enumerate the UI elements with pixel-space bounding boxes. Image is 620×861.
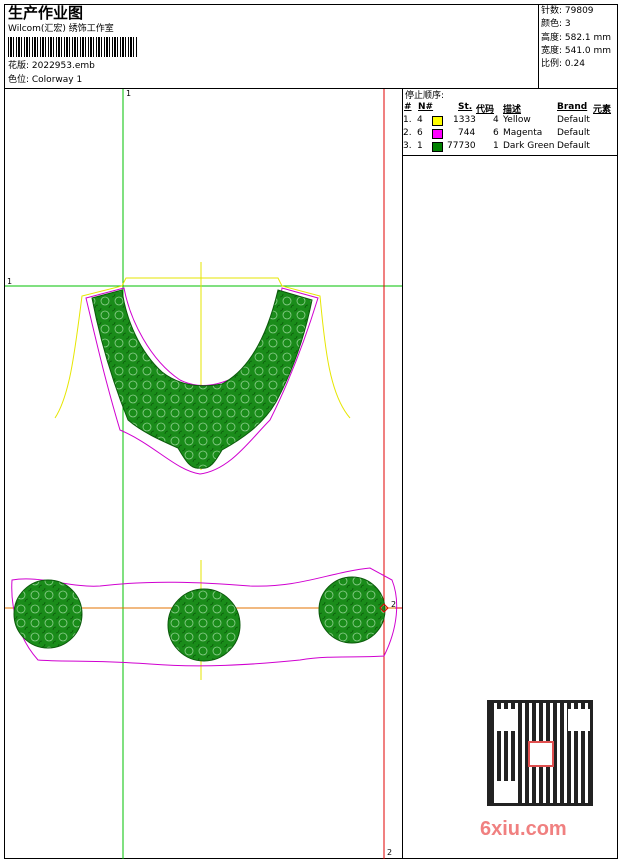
rosette-center: [167, 588, 241, 662]
marker-top: 1: [126, 89, 132, 98]
marker-right: 2: [391, 600, 397, 609]
necklace-embroidery: [91, 289, 313, 469]
rosette-left: [13, 579, 83, 649]
marker-bottom: 2: [387, 848, 393, 857]
watermark-site: 6xiu.com: [480, 818, 567, 840]
qr-code: [487, 700, 593, 806]
rosette-right: [318, 576, 386, 644]
marker-left: 1: [7, 277, 13, 286]
qr-logo: [528, 741, 554, 767]
